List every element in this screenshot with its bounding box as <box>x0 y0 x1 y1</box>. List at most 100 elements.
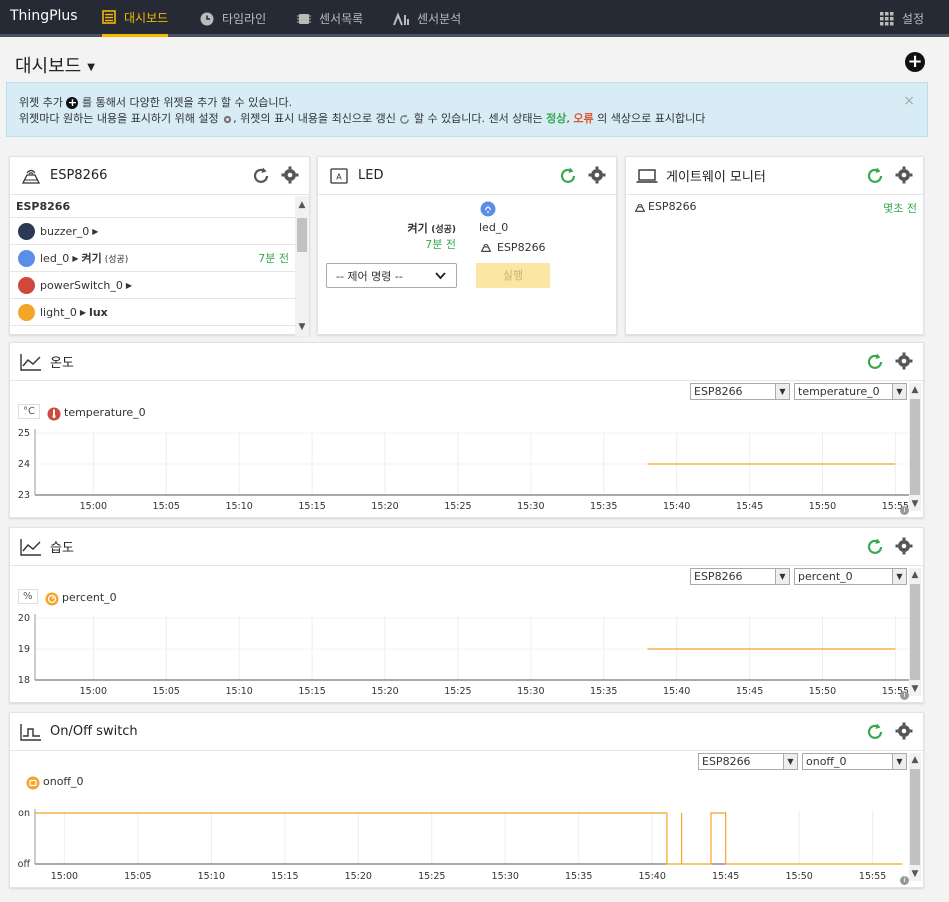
device-select-value: ESP8266 <box>694 385 743 398</box>
widget-title: 습도 <box>50 541 74 556</box>
widget-header: 게이트웨이 모니터 <box>626 157 923 195</box>
x-tick-label: 15:20 <box>345 871 372 882</box>
led-sensor-name: led_0 <box>479 221 509 234</box>
line-chart-icon <box>20 353 41 371</box>
x-tick-label: 15:30 <box>517 686 544 697</box>
refresh-icon[interactable] <box>251 166 271 186</box>
refresh-icon[interactable] <box>865 722 885 742</box>
device-select[interactable]: ESP8266 ▼ <box>698 753 798 770</box>
top-navbar: ThingPlus 대시보드 타임라인 센서목록 센서분석 설정 <box>0 0 949 37</box>
led-state-value: 켜기 <box>407 222 428 235</box>
brand-logo[interactable]: ThingPlus <box>10 8 78 24</box>
list-item[interactable]: powerSwitch_0 ▶ <box>10 272 297 299</box>
sensor-time: 7분 전 <box>258 252 289 265</box>
refresh-icon[interactable] <box>558 166 578 186</box>
info-line-1: 위젯 추가 + 를 통해서 다양한 위젯을 추가 할 수 있습니다. <box>19 95 915 111</box>
clock-icon <box>200 12 214 25</box>
gear-icon[interactable] <box>895 352 913 370</box>
thermometer-icon <box>47 407 61 421</box>
scrollbar-thumb[interactable] <box>910 584 920 680</box>
sensor-select[interactable]: onoff_0 ▼ <box>802 753 907 770</box>
nav-timeline[interactable]: 타임라인 <box>200 0 266 37</box>
info-text: 할 수 있습니다. 센서 상태는 <box>413 112 543 125</box>
scrollbar-thumb[interactable] <box>297 218 307 252</box>
y-tick-label: on <box>18 808 30 819</box>
sensor-name: powerSwitch_0 <box>40 278 123 292</box>
chart-scrollbar[interactable]: ▲ ▼ <box>909 568 921 696</box>
bulb-icon <box>18 249 35 267</box>
x-tick-label: 15:35 <box>565 871 592 882</box>
scroll-up-icon[interactable]: ▲ <box>909 385 921 395</box>
led-state: 켜기 (성공) <box>368 220 456 236</box>
gateway-icon <box>480 243 492 252</box>
page-title[interactable]: 대시보드 ▼ <box>15 52 95 78</box>
y-tick-label: off <box>18 859 31 870</box>
add-widget-button[interactable]: + <box>905 52 925 72</box>
nav-sensor-list[interactable]: 센서목록 <box>297 0 363 37</box>
device-select[interactable]: ESP8266 ▼ <box>690 568 790 585</box>
led-time: 7분 전 <box>425 238 456 251</box>
sensor-select[interactable]: temperature_0 ▼ <box>794 383 907 400</box>
sensor-select[interactable]: percent_0 ▼ <box>794 568 907 585</box>
gear-icon[interactable] <box>588 166 606 184</box>
series-label: onoff_0 <box>43 775 84 788</box>
info-icon[interactable]: i <box>900 506 909 515</box>
nav-dashboard[interactable]: 대시보드 <box>102 0 169 37</box>
caret-right-icon: ▶ <box>92 226 99 236</box>
scroll-up-icon[interactable]: ▲ <box>909 755 921 765</box>
info-icon[interactable]: i <box>900 691 909 700</box>
humidity-widget: 습도 ESP8266 ▼ percent_0 ▼ % percent_0 15:00… <box>9 527 924 703</box>
scroll-up-icon[interactable]: ▲ <box>295 200 309 210</box>
monitor-device-name[interactable]: ESP8266 <box>648 200 697 213</box>
command-select[interactable]: -- 제어 명령 -- <box>326 263 457 288</box>
run-button[interactable]: 실행 <box>476 263 550 288</box>
scroll-up-icon[interactable]: ▲ <box>909 570 921 580</box>
info-line-2: 위젯마다 원하는 내용을 표시하기 위해 설정 , 위젯의 표시 내용을 최신으… <box>19 111 915 127</box>
x-tick-label: 15:40 <box>663 686 690 697</box>
info-text: , <box>566 112 570 125</box>
x-tick-label: 15:25 <box>444 686 471 697</box>
device-list-scrollbar[interactable]: ▲ ▼ <box>295 196 309 336</box>
gear-icon[interactable] <box>281 166 299 184</box>
sensor-select-value: temperature_0 <box>798 385 880 398</box>
gear-icon[interactable] <box>895 166 913 184</box>
y-tick-label: 24 <box>18 459 30 470</box>
x-tick-label: 15:35 <box>590 501 617 512</box>
device-list-header[interactable]: ESP8266 <box>10 196 297 218</box>
gateway-icon <box>21 169 41 184</box>
refresh-icon[interactable] <box>865 352 885 372</box>
gear-icon[interactable] <box>895 537 913 555</box>
device-select[interactable]: ESP8266 ▼ <box>690 383 790 400</box>
scroll-down-icon[interactable]: ▼ <box>909 869 921 879</box>
light-icon <box>18 303 35 321</box>
temperature-chart: 15:00 15:05 15:10 15:15 15:20 15:25 15:30 15:35… <box>18 428 910 512</box>
scroll-down-icon[interactable]: ▼ <box>295 322 309 332</box>
list-item[interactable]: light_0 ▶ lux <box>10 299 297 326</box>
refresh-icon[interactable] <box>865 537 885 557</box>
onoff-widget: On/Off switch ESP8266 ▼ onoff_0 ▼ onoff_0 … <box>9 712 924 888</box>
x-tick-label: 15:00 <box>80 501 107 512</box>
y-tick-label: 18 <box>18 675 30 686</box>
chart-scrollbar[interactable]: ▲ ▼ <box>909 753 921 881</box>
close-alert-button[interactable]: × <box>903 93 915 109</box>
refresh-icon[interactable] <box>865 166 885 186</box>
x-tick-label: 15:50 <box>809 686 836 697</box>
widget-title: 온도 <box>50 356 74 371</box>
scroll-down-icon[interactable]: ▼ <box>909 499 921 509</box>
scrollbar-thumb[interactable] <box>910 769 920 865</box>
chevron-down-icon <box>435 272 446 280</box>
list-item[interactable]: buzzer_0 ▶ <box>10 218 297 245</box>
scroll-down-icon[interactable]: ▼ <box>909 684 921 694</box>
chart-scrollbar[interactable]: ▲ ▼ <box>909 383 921 511</box>
info-icon[interactable]: i <box>900 876 909 885</box>
add-icon: + <box>66 96 79 109</box>
settings-menu[interactable]: 설정 <box>879 0 924 37</box>
x-tick-label: 15:45 <box>712 871 739 882</box>
nav-sensor-analytics[interactable]: 센서분석 <box>393 0 461 37</box>
humidity-icon <box>45 592 59 606</box>
nav-dashboard-label: 대시보드 <box>124 10 169 25</box>
list-item[interactable]: led_0 ▶ 켜기 (성공) 7분 전 <box>10 245 297 272</box>
caret-down-icon: ▼ <box>87 61 95 73</box>
gear-icon[interactable] <box>895 722 913 740</box>
scrollbar-thumb[interactable] <box>910 399 920 495</box>
